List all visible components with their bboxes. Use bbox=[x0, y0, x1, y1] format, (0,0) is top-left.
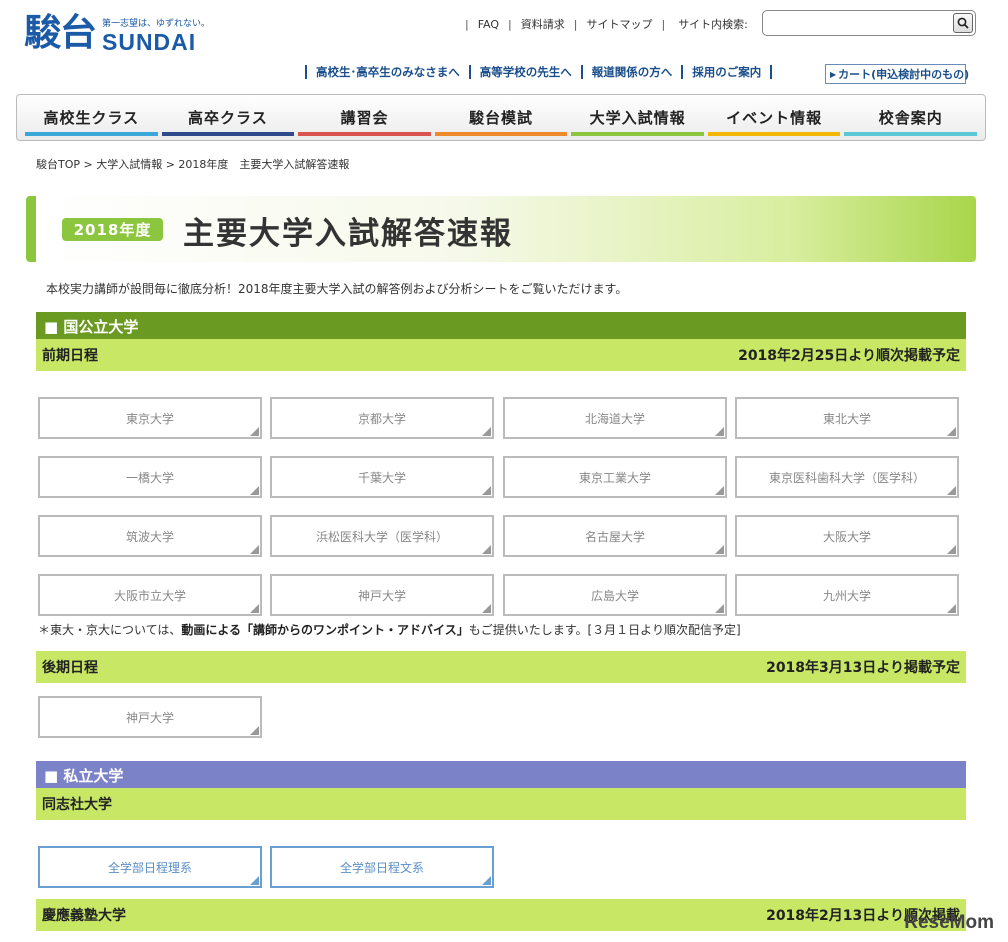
resemom-watermark: ReseMom bbox=[904, 912, 994, 933]
university-button[interactable]: 千葉大学 bbox=[270, 456, 494, 498]
tab-high-school-class[interactable]: 高校生クラス bbox=[25, 95, 158, 140]
university-button[interactable]: 北海道大学 bbox=[503, 397, 727, 439]
audience-nav: 高校生･高卒生のみなさまへ 高等学校の先生へ 報道関係の方へ 採用のご案内 bbox=[305, 65, 773, 79]
logo-kanji: 駿台 bbox=[24, 10, 97, 54]
audience-link-students[interactable]: 高校生･高卒生のみなさまへ bbox=[305, 65, 469, 79]
audience-link-teachers[interactable]: 高等学校の先生へ bbox=[468, 65, 581, 79]
site-search-label: サイト内検索: bbox=[678, 18, 748, 31]
faq-link[interactable]: FAQ bbox=[478, 18, 499, 31]
tab-campus-guide[interactable]: 校舎案内 bbox=[844, 95, 978, 140]
subheading-koki: 後期日程 2018年3月13日より掲載予定 bbox=[36, 651, 966, 683]
search-button[interactable] bbox=[953, 13, 973, 33]
zenki-label: 前期日程 bbox=[42, 348, 98, 364]
cart-button[interactable]: ▶ カート(申込検討中のもの) bbox=[825, 64, 970, 84]
main-nav: 高校生クラス 高卒クラス 講習会 駿台模試 大学入試情報 イベント情報 校舎案内 bbox=[16, 94, 986, 141]
university-button[interactable]: 東北大学 bbox=[735, 397, 959, 439]
university-button[interactable]: 筑波大学 bbox=[38, 515, 262, 557]
video-advice-highlight: 動画による「講師からのワンポイント・アドバイス」 bbox=[181, 623, 469, 637]
logo-english: SUNDAI bbox=[102, 29, 197, 55]
utility-nav: | FAQ | 資料請求 | サイトマップ | サイト内検索: bbox=[465, 16, 748, 32]
tab-graduate-class[interactable]: 高卒クラス bbox=[161, 95, 295, 140]
subheading-zenki: 前期日程 2018年2月25日より順次掲載予定 bbox=[36, 339, 966, 371]
site-search-input[interactable] bbox=[762, 10, 976, 36]
tab-entrance-exam-info[interactable]: 大学入試情報 bbox=[571, 95, 704, 140]
sitemap-link[interactable]: サイトマップ bbox=[586, 16, 652, 32]
koki-label: 後期日程 bbox=[42, 660, 98, 676]
logo-tagline: 第一志望は、ゆずれない。 bbox=[102, 19, 211, 29]
university-button[interactable]: 東京医科歯科大学（医学科） bbox=[735, 456, 959, 498]
university-button[interactable]: 神戸大学 bbox=[38, 696, 262, 738]
request-materials-link[interactable]: 資料請求 bbox=[521, 16, 565, 32]
university-button[interactable]: 京都大学 bbox=[270, 397, 494, 439]
section-heading-private: ■ 私立大学 bbox=[36, 761, 966, 789]
search-icon bbox=[957, 17, 969, 29]
tab-event-info[interactable]: イベント情報 bbox=[707, 95, 841, 140]
university-button[interactable]: 東京工業大学 bbox=[503, 456, 727, 498]
section-heading-national: ■ 国公立大学 bbox=[36, 312, 966, 340]
page-title: 主要大学入試解答速報 bbox=[183, 216, 513, 252]
sundai-logo[interactable]: 駿台 第一志望は、ゆずれない。 SUNDAI bbox=[24, 10, 210, 56]
university-button[interactable]: 浜松医科大学（医学科） bbox=[270, 515, 494, 557]
university-button[interactable]: 一橋大学 bbox=[38, 456, 262, 498]
subheading-keio: 慶應義塾大学 2018年2月13日より順次掲載 bbox=[36, 899, 966, 931]
university-button[interactable]: 東京大学 bbox=[38, 397, 262, 439]
audience-link-recruit[interactable]: 採用のご案内 bbox=[681, 65, 773, 79]
cart-label: カート(申込検討中のもの) bbox=[838, 68, 970, 81]
breadcrumb: 駿台TOP > 大学入試情報 > 2018年度 主要大学入試解答速報 bbox=[36, 158, 350, 171]
zenki-schedule: 2018年2月25日より順次掲載予定 bbox=[738, 348, 960, 364]
banner-year-badge: 2018年度 bbox=[62, 218, 163, 241]
doshisha-humanities-button[interactable]: 全学部日程文系 bbox=[270, 846, 494, 888]
university-button[interactable]: 広島大学 bbox=[503, 574, 727, 616]
doshisha-label: 同志社大学 bbox=[42, 797, 112, 813]
keio-label: 慶應義塾大学 bbox=[42, 908, 126, 924]
university-button[interactable]: 大阪市立大学 bbox=[38, 574, 262, 616]
university-button[interactable]: 神戸大学 bbox=[270, 574, 494, 616]
university-button[interactable]: 名古屋大学 bbox=[503, 515, 727, 557]
doshisha-science-button[interactable]: 全学部日程理系 bbox=[38, 846, 262, 888]
koki-schedule: 2018年3月13日より掲載予定 bbox=[766, 660, 960, 676]
video-advice-note: ＊東大・京大については、動画による「講師からのワンポイント・アドバイス」もご提供… bbox=[38, 623, 741, 637]
university-button[interactable]: 九州大学 bbox=[735, 574, 959, 616]
university-button[interactable]: 大阪大学 bbox=[735, 515, 959, 557]
subheading-doshisha: 同志社大学 bbox=[36, 788, 966, 820]
tab-mock-exam[interactable]: 駿台模試 bbox=[434, 95, 568, 140]
intro-text: 本校実力講師が設問毎に徹底分析！2018年度主要大学入試の解答例および分析シート… bbox=[46, 282, 628, 296]
tab-seasonal-course[interactable]: 講習会 bbox=[298, 95, 431, 140]
audience-link-press[interactable]: 報道関係の方へ bbox=[580, 65, 682, 79]
triangle-right-icon: ▶ bbox=[830, 69, 837, 79]
